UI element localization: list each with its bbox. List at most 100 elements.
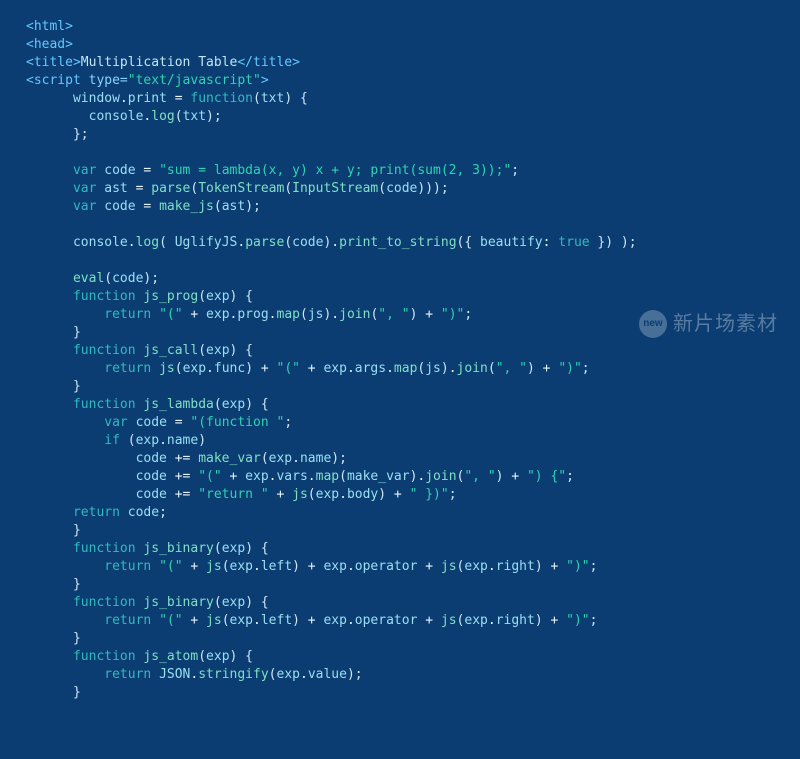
code-line (26, 145, 34, 160)
code-token: js (441, 559, 457, 574)
code-line: <script type="text/javascript"> (26, 73, 269, 88)
code-token: var (73, 163, 104, 178)
code-token: function (73, 289, 143, 304)
code-token: js (425, 361, 441, 376)
code-token (26, 253, 34, 268)
code-token: = (167, 415, 190, 430)
code-token: ; (590, 559, 598, 574)
code-line: var code = "(function "; (26, 415, 292, 430)
code-token (26, 289, 73, 304)
code-token: . (488, 559, 496, 574)
code-token: + (300, 361, 323, 376)
code-token: ( (339, 469, 347, 484)
code-token (26, 199, 73, 214)
code-token: exp (464, 559, 487, 574)
code-token: exp (230, 559, 253, 574)
code-token: exp (464, 613, 487, 628)
code-token: += (167, 451, 198, 466)
code-token: . (386, 361, 394, 376)
code-token (26, 559, 104, 574)
code-token: return (104, 361, 159, 376)
code-token: true (558, 235, 589, 250)
code-token: ); (331, 451, 347, 466)
code-token: stringify (198, 667, 268, 682)
code-token: + (269, 487, 292, 502)
code-token: ", " (378, 307, 409, 322)
code-line: function js_lambda(exp) { (26, 397, 269, 412)
code-token (26, 163, 73, 178)
code-token: = (136, 199, 159, 214)
code-token: "return " (198, 487, 268, 502)
code-token (26, 343, 73, 358)
code-token: ( (128, 433, 136, 448)
code-token: ( (198, 289, 206, 304)
code-token: ( (104, 271, 112, 286)
code-token: ( (175, 109, 183, 124)
code-token: ; (284, 415, 292, 430)
code-token: ( (222, 559, 230, 574)
code-token: ( (198, 343, 206, 358)
code-token: "(" (159, 307, 182, 322)
code-token: js_atom (143, 649, 198, 664)
code-line: code += make_var(exp.name); (26, 451, 347, 466)
code-line: return "(" + js(exp.left) + exp.operator… (26, 613, 597, 628)
code-token: code (136, 415, 167, 430)
code-token: ; (464, 307, 472, 322)
code-token (26, 145, 34, 160)
code-token: exp (323, 613, 346, 628)
code-token: ) (292, 613, 300, 628)
code-token: name (167, 433, 198, 448)
code-token: make_var (347, 469, 410, 484)
code-token: join (457, 361, 488, 376)
code-token (26, 649, 73, 664)
code-line: window.print = function(txt) { (26, 91, 308, 106)
code-token: ) (535, 559, 543, 574)
code-token: js_prog (143, 289, 198, 304)
code-token: . (120, 91, 128, 106)
code-line: function js_call(exp) { (26, 343, 253, 358)
code-token: ) (245, 361, 253, 376)
code-token: exp (222, 397, 245, 412)
code-token: operator (355, 559, 418, 574)
code-token: UglifyJS (175, 235, 238, 250)
code-line: <title>Multiplication Table</title> (26, 55, 300, 70)
code-token (26, 505, 73, 520)
code-line: } (26, 631, 81, 646)
code-token (26, 181, 73, 196)
code-token: function (73, 343, 143, 358)
code-token: ( (222, 613, 230, 628)
code-token: left (261, 559, 292, 574)
code-token: var (104, 415, 135, 430)
code-token: code (136, 469, 167, 484)
code-token: window (73, 91, 120, 106)
code-token: js_binary (143, 595, 213, 610)
code-token: function (190, 91, 253, 106)
code-token: . (347, 613, 355, 628)
code-token: func (214, 361, 245, 376)
code-token: exp (269, 451, 292, 466)
code-line: if (exp.name) (26, 433, 206, 448)
code-token: += (167, 487, 198, 502)
code-line: console.log(txt); (26, 109, 222, 124)
code-token: js (159, 361, 175, 376)
code-token: parse (245, 235, 284, 250)
code-line: function js_prog(exp) { (26, 289, 253, 304)
code-token: console (73, 235, 128, 250)
code-token (26, 523, 73, 538)
code-token (26, 685, 73, 700)
code-token: ) { (245, 541, 268, 556)
code-token: + (535, 361, 558, 376)
code-token: make_var (198, 451, 261, 466)
code-token: ( (214, 595, 222, 610)
code-line: console.log( UglifyJS.parse(code).print_… (26, 235, 637, 250)
code-token: ")" (566, 559, 589, 574)
code-token: <html> (26, 19, 73, 34)
code-token: exp (206, 289, 229, 304)
code-token: = (136, 163, 159, 178)
code-token: } (73, 685, 81, 700)
code-token: . (269, 307, 277, 322)
code-token: exp (222, 541, 245, 556)
code-token: + (504, 469, 527, 484)
code-token: exp (136, 433, 159, 448)
code-token: ) { (284, 91, 307, 106)
